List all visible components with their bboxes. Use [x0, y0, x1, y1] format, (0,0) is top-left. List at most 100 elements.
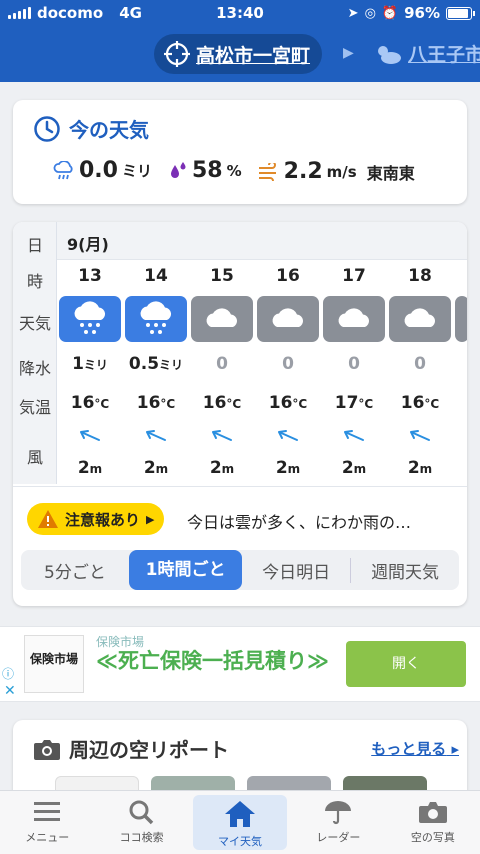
lock-rotation-icon: ◎ — [364, 5, 376, 21]
precip-cell: 0 — [414, 354, 426, 374]
ad-open-button[interactable]: 開く — [346, 641, 466, 687]
battery-icon — [446, 6, 475, 20]
humidity-value: 58 — [192, 158, 223, 183]
wind-cell: 2m — [143, 458, 169, 478]
battery-percent: 96% — [404, 4, 440, 22]
hour-column[interactable]: 18 0 16°C 2m — [387, 260, 453, 484]
ad-headline[interactable]: ≪死亡保険一括見積り≫ — [96, 649, 336, 673]
wind-value: 2.2 — [283, 159, 323, 184]
hour-column[interactable]: 15 0 16°C 2m — [189, 260, 255, 484]
date-row: 9(月) — [57, 222, 467, 260]
row-labels: 日 時 天気 降水 気温 風 — [13, 222, 57, 484]
warning-row[interactable]: 注意報あり ▶ 今日は雲が多く、にわか雨の… — [13, 486, 467, 548]
next-location-name: 八王子市 — [408, 44, 480, 66]
tab-weekly[interactable]: 週間天気 — [351, 558, 459, 583]
temp-cell: 17°C — [334, 393, 374, 413]
wind-direction-arrow-icon — [387, 428, 453, 448]
umbrella-icon — [325, 801, 352, 825]
tab-search[interactable]: ココ検索 — [94, 791, 188, 854]
sky-report-title: 周辺の空リポート — [69, 738, 229, 762]
wind-cell: 2m — [77, 458, 103, 478]
hourly-forecast-card: 日 時 天気 降水 気温 風 9(月) 13 1ミリ 16°C 2m 14 0.… — [13, 222, 467, 606]
current-weather-card: 今の天気 0.0 ミリ 58 % 2.2 m/s 東南東 — [13, 100, 467, 204]
temp-cell: 16°C — [136, 393, 176, 413]
warning-badge-label: 注意報あり — [65, 510, 141, 529]
next-arrow-icon: ▶ — [343, 45, 354, 61]
label-precip: 降水 — [18, 359, 51, 378]
rain-icon — [125, 296, 187, 342]
hour-label: 14 — [144, 266, 168, 286]
rain-cloud-icon — [53, 160, 73, 179]
location-bar: 高松市一宮町 ▶ 八王子市 — [0, 26, 480, 82]
hour-column[interactable]: 13 1ミリ 16°C 2m — [57, 260, 123, 484]
tab-sky-photos[interactable]: 空の写真 — [386, 791, 480, 854]
location-arrow-icon: ➤ — [347, 5, 359, 21]
precip-cell: 0 — [282, 354, 294, 374]
tab-radar[interactable]: レーダー — [291, 791, 385, 854]
crosshair-icon — [164, 41, 190, 67]
wind-direction-arrow-icon — [321, 428, 387, 448]
status-bar: docomo 4G 13:40 ➤ ◎ ⏰ 96% — [0, 0, 480, 26]
ad-banner[interactable]: 保険市場 保険市場 ≪死亡保険一括見積り≫ 開く ⓘ ✕ — [0, 626, 480, 702]
hour-label: 15 — [210, 266, 234, 286]
humidity-unit: % — [226, 161, 242, 180]
wind-cell: 2m — [275, 458, 301, 478]
status-time: 13:40 — [216, 4, 264, 22]
wind-cell: 2m — [209, 458, 235, 478]
wind-direction-arrow-icon — [189, 428, 255, 448]
menu-icon — [34, 802, 61, 821]
search-icon — [129, 800, 153, 825]
hour-label: 13 — [78, 266, 102, 286]
precip-cell: 0.5ミリ — [128, 354, 184, 374]
label-hour: 時 — [26, 272, 43, 291]
warning-summary: 今日は雲が多く、にわか雨の… — [187, 513, 412, 532]
wind-direction-arrow-icon — [123, 428, 189, 448]
wind-icon — [258, 162, 276, 181]
hour-label: 17 — [342, 266, 366, 286]
tab-my-weather[interactable]: マイ天気 — [192, 795, 288, 850]
precip-value: 0.0 — [79, 158, 118, 183]
hour-column[interactable]: 14 0.5ミリ 16°C 2m — [123, 260, 189, 484]
wind-direction-arrow-icon — [57, 428, 123, 448]
warning-badge[interactable]: 注意報あり ▶ — [27, 503, 165, 535]
cloud-icon — [455, 296, 467, 342]
temp-cell: 16°C — [70, 393, 110, 413]
bottom-nav: メニュー ココ検索 マイ天気 レーダー 空の写真 — [0, 790, 480, 854]
humidity-icon — [171, 161, 186, 178]
precip-cell: 1ミリ — [72, 354, 108, 374]
hour-label: 16 — [276, 266, 300, 286]
next-location-button[interactable]: 八王子市 — [374, 40, 480, 67]
label-temp: 気温 — [18, 398, 51, 417]
camera-icon — [418, 802, 447, 823]
cloud-icon — [191, 296, 253, 342]
cloud-icon — [257, 296, 319, 342]
tab-hourly[interactable]: 1時間ごと — [128, 550, 243, 590]
tab-5min[interactable]: 5分ごと — [21, 558, 129, 583]
ad-close-icon[interactable]: ✕ — [4, 683, 16, 699]
hour-column-partial[interactable] — [453, 260, 467, 484]
label-day: 日 — [26, 236, 43, 255]
sun-cloud-icon — [378, 45, 401, 64]
precip-cell: 0 — [348, 354, 360, 374]
forecast-interval-tabs: 5分ごと 1時間ごと 今日明日 週間天気 — [21, 550, 459, 590]
tab-today-tomorrow[interactable]: 今日明日 — [242, 557, 352, 583]
temp-cell: 16°C — [202, 393, 242, 413]
clock-icon — [34, 115, 60, 142]
current-location-button[interactable]: 高松市一宮町 — [154, 34, 323, 74]
wind-direction-arrow-icon — [255, 428, 321, 448]
camera-icon — [34, 739, 60, 760]
label-weather: 天気 — [18, 314, 51, 333]
wind-unit: m/s — [326, 162, 357, 181]
warning-icon — [38, 510, 58, 528]
hour-column[interactable]: 16 0 16°C 2m — [255, 260, 321, 484]
ad-info-icon[interactable]: ⓘ — [2, 665, 14, 682]
tab-menu[interactable]: メニュー — [0, 791, 94, 854]
sky-more-link[interactable]: もっと見る ▸ — [371, 738, 459, 759]
temp-cell: 16°C — [268, 393, 308, 413]
ad-source: 保険市場 — [96, 635, 145, 649]
temp-cell: 16°C — [400, 393, 440, 413]
hour-column[interactable]: 17 0 17°C 2m — [321, 260, 387, 484]
label-wind: 風 — [26, 448, 43, 467]
precip-unit: ミリ — [121, 162, 152, 180]
hour-label: 18 — [408, 266, 432, 286]
